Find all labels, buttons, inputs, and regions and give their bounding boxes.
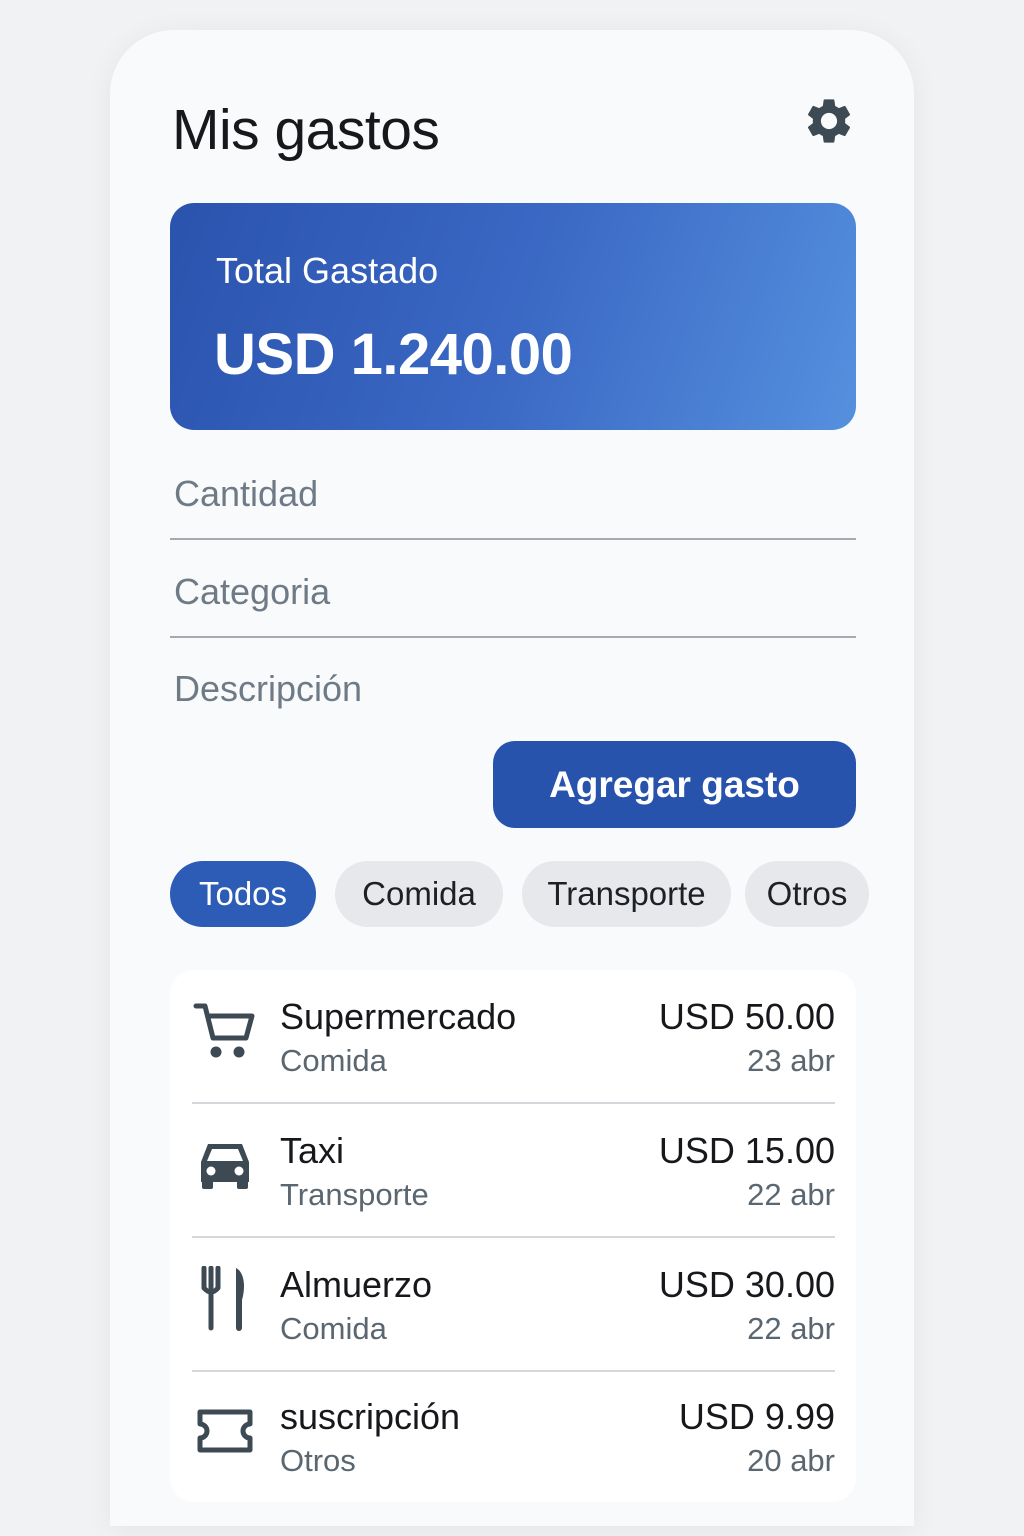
total-spent-amount: USD 1.240.00 [214, 322, 573, 387]
total-spent-label: Total Gastado [216, 250, 439, 291]
expense-amount: USD 30.00 [658, 1264, 835, 1305]
amount-field-wrapper [170, 462, 856, 540]
app-screen: Mis gastos Total Gastado USD 1.240.00 Ag… [110, 30, 914, 1526]
car-icon [201, 1144, 249, 1189]
expense-date: 23 abr [747, 1043, 835, 1078]
filter-chip-todos[interactable]: Todos [170, 861, 316, 927]
category-field[interactable] [170, 560, 856, 638]
list-item[interactable]: suscripción Otros USD 9.99 20 abr [192, 1370, 835, 1504]
expense-name: suscripción [280, 1396, 461, 1437]
shopping-cart-icon [193, 1003, 255, 1058]
expense-name: Taxi [280, 1130, 345, 1171]
expense-category: Otros [280, 1443, 356, 1478]
filter-chip-comida[interactable]: Comida [335, 861, 503, 927]
category-field-wrapper [170, 560, 856, 638]
amount-field[interactable] [170, 462, 856, 540]
expense-list: Supermercado Comida USD 50.00 23 abr Tax… [170, 970, 856, 1502]
expense-date: 20 abr [747, 1443, 835, 1478]
total-spent-card: Total Gastado USD 1.240.00 [170, 203, 856, 430]
list-item[interactable]: Supermercado Comida USD 50.00 23 abr [192, 970, 835, 1104]
expense-date: 22 abr [747, 1177, 835, 1212]
add-expense-button[interactable]: Agregar gasto [493, 741, 856, 828]
expense-amount: USD 9.99 [678, 1396, 835, 1437]
expense-name: Supermercado [280, 996, 517, 1037]
description-field[interactable] [170, 656, 856, 734]
expense-amount: USD 50.00 [658, 996, 835, 1037]
expense-name: Almuerzo [280, 1264, 433, 1305]
ticket-icon [197, 1409, 253, 1453]
expense-category: Transporte [280, 1177, 429, 1212]
expense-date: 22 abr [747, 1311, 835, 1346]
filter-chip-transporte[interactable]: Transporte [522, 861, 731, 927]
filter-chip-otros[interactable]: Otros [745, 861, 869, 927]
list-item[interactable]: Almuerzo Comida USD 30.00 22 abr [192, 1238, 835, 1372]
expense-category: Comida [280, 1311, 387, 1346]
expense-amount: USD 15.00 [658, 1130, 835, 1171]
gear-icon[interactable] [802, 94, 856, 148]
page-title: Mis gastos [172, 98, 440, 162]
expense-category: Comida [280, 1043, 387, 1078]
description-field-wrapper [170, 656, 856, 734]
fork-knife-icon [201, 1266, 244, 1331]
header: Mis gastos [172, 92, 856, 172]
list-item[interactable]: Taxi Transporte USD 15.00 22 abr [192, 1104, 835, 1238]
